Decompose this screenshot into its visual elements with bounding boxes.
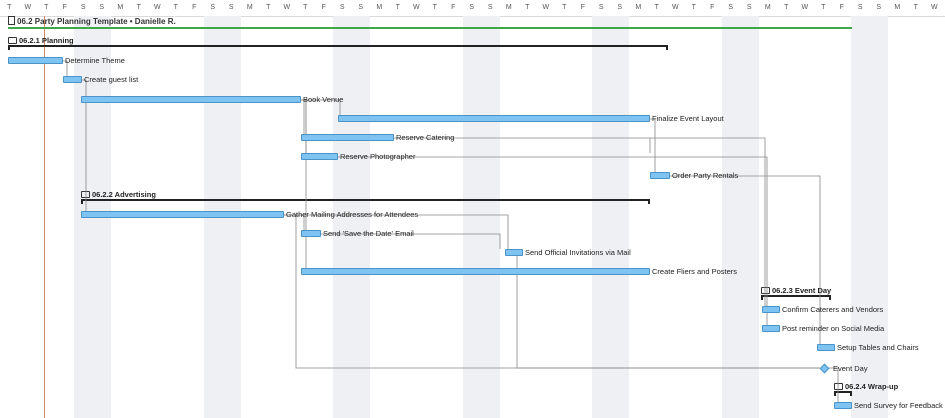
- task-label: Event Day: [833, 364, 868, 373]
- task-label: Book Venue: [303, 95, 344, 104]
- task-label: Send Survey for Feedback: [854, 401, 943, 410]
- task-bar-t10[interactable]: [505, 249, 523, 256]
- dependency-lines: [63, 60, 839, 402]
- task-bar-t5[interactable]: [301, 134, 394, 141]
- task-bar-t4[interactable]: [338, 115, 650, 122]
- task-bar-t7[interactable]: [650, 172, 670, 179]
- task-label: Create Fliers and Posters: [652, 267, 738, 276]
- task-bar-t8[interactable]: [81, 211, 284, 218]
- task-bar-t14[interactable]: [817, 344, 835, 351]
- task-label: Confirm Caterers and Vendors: [782, 305, 884, 314]
- task-bar-t12[interactable]: [762, 306, 780, 313]
- task-label: Determine Theme: [65, 56, 125, 65]
- task-label: Reserve Photographer: [340, 152, 416, 161]
- task-label: Create guest list: [84, 75, 139, 84]
- task-label: Gather Mailing Addresses for Attendees: [286, 210, 419, 219]
- task-bar-t11[interactable]: [301, 268, 650, 275]
- task-label: Send 'Save the Date' Email: [323, 229, 414, 238]
- task-label: Reserve Catering: [396, 133, 455, 142]
- task-label: Send Official Invitations via Mail: [525, 248, 631, 257]
- task-bar-t9[interactable]: [301, 230, 321, 237]
- task-bar-t1[interactable]: [8, 57, 63, 64]
- task-bar-t16[interactable]: [834, 402, 852, 409]
- task-bar-t6[interactable]: [301, 153, 338, 160]
- gantt-chart: TWTFSSMTWTFSSMTWTFSSMTWTFSSMTWTFSSMTWTFS…: [0, 0, 945, 418]
- task-bar-t3[interactable]: [81, 96, 301, 103]
- task-bar-t2[interactable]: [63, 76, 82, 83]
- task-label: Setup Tables and Chairs: [837, 343, 919, 352]
- task-label: Post reminder on Social Media: [782, 324, 885, 333]
- task-label: Order Party Rentals: [672, 171, 739, 180]
- task-label: Finalize Event Layout: [652, 114, 724, 123]
- task-bar-t13[interactable]: [762, 325, 780, 332]
